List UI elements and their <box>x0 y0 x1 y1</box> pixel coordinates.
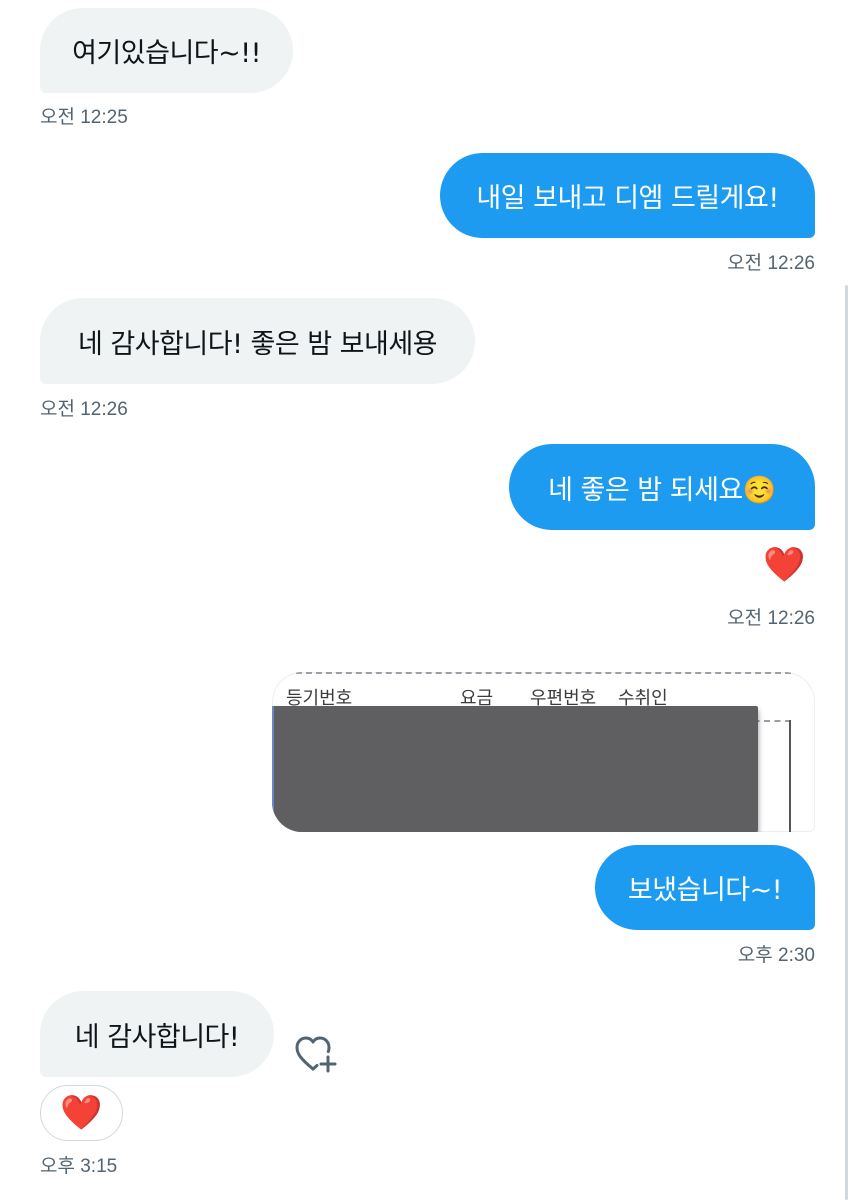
heart-plus-icon[interactable] <box>295 1035 339 1075</box>
received-message-bubble[interactable]: 네 감사합니다! 좋은 밤 보내세용 <box>40 298 475 384</box>
reaction-chip[interactable]: ❤️ <box>40 1085 123 1141</box>
message-text: 보냈습니다~! <box>627 875 783 906</box>
message-text: 네 감사합니다! 좋은 밤 보내세용 <box>77 328 438 360</box>
message-text: 네 감사합니다! <box>74 1021 240 1053</box>
message-text: 내일 보내고 디엠 드릴게요! <box>476 183 779 214</box>
receipt-divider <box>286 672 791 674</box>
message-timestamp: 오전 12:25 <box>40 107 128 128</box>
receipt-border <box>789 720 791 832</box>
message-timestamp: 오전 12:26 <box>40 399 128 420</box>
heart-reaction-icon: ❤️ <box>60 1093 103 1133</box>
received-message-bubble[interactable]: 네 감사합니다! <box>40 991 274 1077</box>
received-message-bubble[interactable]: 여기있습니다~!! <box>40 8 293 93</box>
message-timestamp: 오후 2:30 <box>737 945 815 966</box>
redaction-edge <box>272 706 274 832</box>
message-timestamp: 오전 12:26 <box>727 608 815 629</box>
image-attachment[interactable]: 등기번호 요금 우편번호 수취인 <box>272 672 815 832</box>
message-text: 여기있습니다~!! <box>72 38 261 69</box>
message-timestamp: 오후 3:15 <box>40 1156 118 1177</box>
heart-reaction-icon[interactable]: ❤️ <box>763 548 805 582</box>
sent-message-bubble[interactable]: 네 좋은 밤 되세요☺️ <box>509 444 815 530</box>
redaction-block <box>272 706 758 832</box>
message-text: 네 좋은 밤 되세요☺️ <box>548 474 776 506</box>
message-timestamp: 오전 12:26 <box>727 253 815 274</box>
sent-message-bubble[interactable]: 내일 보내고 디엠 드릴게요! <box>440 153 815 238</box>
scrollbar[interactable] <box>845 285 848 1200</box>
sent-message-bubble[interactable]: 보냈습니다~! <box>595 845 815 930</box>
